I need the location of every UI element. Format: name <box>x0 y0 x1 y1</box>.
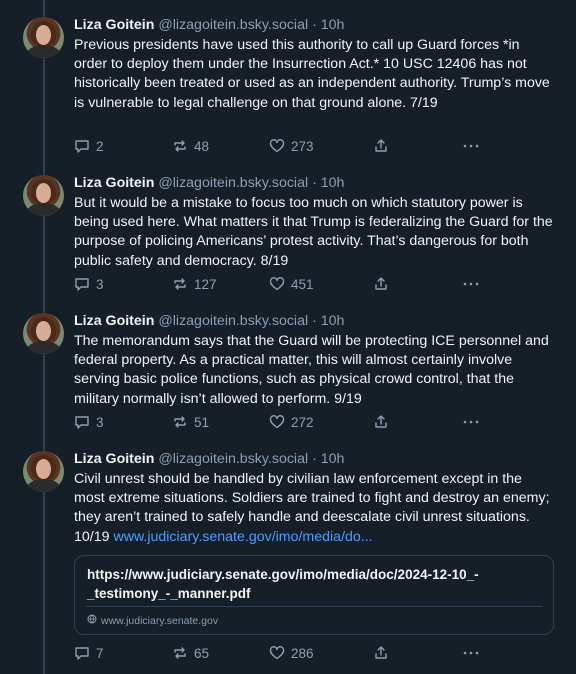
author-name[interactable]: Liza Goitein <box>74 175 154 191</box>
reply-count: 3 <box>96 276 104 292</box>
repost-button[interactable]: 48 <box>172 137 209 155</box>
post-header: Liza Goitein @lizagoitein.bsky.social · … <box>74 16 554 34</box>
ellipsis-icon <box>462 645 480 661</box>
post-header: Liza Goitein @lizagoitein.bsky.social · … <box>74 450 554 468</box>
reply-count: 2 <box>96 138 104 154</box>
like-button[interactable]: 272 <box>269 413 314 431</box>
more-button[interactable] <box>462 644 480 662</box>
like-count: 451 <box>291 276 314 292</box>
repost-arrows-icon <box>172 276 188 292</box>
heart-icon <box>269 645 285 661</box>
like-count: 286 <box>291 645 314 661</box>
author-handle[interactable]: @lizagoitein.bsky.social <box>158 17 308 33</box>
like-count: 273 <box>291 138 314 154</box>
post-time[interactable]: 10h <box>321 175 345 191</box>
post-content: Liza Goitein @lizagoitein.bsky.social · … <box>74 450 554 547</box>
link-card-domain-text: www.judiciary.senate.gov <box>101 614 219 627</box>
share-icon <box>373 645 389 661</box>
reply-count: 7 <box>96 645 104 661</box>
separator: · <box>312 313 317 329</box>
ellipsis-icon <box>462 276 480 292</box>
repost-count: 65 <box>194 645 210 661</box>
globe-icon <box>87 614 97 627</box>
speech-bubble-icon <box>74 138 90 154</box>
post-content: Liza Goitein @lizagoitein.bsky.social · … <box>74 174 554 271</box>
link-card[interactable]: https://www.judiciary.senate.gov/imo/med… <box>74 555 554 635</box>
share-icon <box>373 276 389 292</box>
speech-bubble-icon <box>74 414 90 430</box>
separator: · <box>312 175 317 191</box>
link-card-domain: www.judiciary.senate.gov <box>87 614 218 627</box>
post-time[interactable]: 10h <box>321 313 345 329</box>
speech-bubble-icon <box>74 276 90 292</box>
post-text: Previous presidents have used this autho… <box>74 37 550 111</box>
repost-button[interactable]: 65 <box>172 644 209 662</box>
post-actions: 3 51 272 <box>74 413 494 431</box>
post-header: Liza Goitein @lizagoitein.bsky.social · … <box>74 312 554 330</box>
like-button[interactable]: 451 <box>269 275 314 293</box>
reply-button[interactable]: 7 <box>74 644 104 662</box>
post-actions: 3 127 451 <box>74 275 494 293</box>
more-button[interactable] <box>462 275 480 293</box>
post[interactable]: Liza Goitein @lizagoitein.bsky.social · … <box>0 450 576 550</box>
separator: · <box>312 451 317 467</box>
share-icon <box>373 138 389 154</box>
link-card-title: https://www.judiciary.senate.gov/imo/med… <box>87 567 479 601</box>
post-time[interactable]: 10h <box>321 17 345 33</box>
ellipsis-icon <box>462 138 480 154</box>
reply-button[interactable]: 3 <box>74 413 104 431</box>
separator: · <box>312 17 317 33</box>
reply-button[interactable]: 2 <box>74 137 104 155</box>
repost-arrows-icon <box>172 138 188 154</box>
post-link[interactable]: www.judiciary.senate.gov/imo/media/do... <box>113 529 372 545</box>
speech-bubble-icon <box>74 645 90 661</box>
repost-count: 48 <box>194 138 210 154</box>
avatar[interactable] <box>23 451 64 492</box>
like-button[interactable]: 286 <box>269 644 314 662</box>
more-button[interactable] <box>462 137 480 155</box>
avatar[interactable] <box>23 17 64 58</box>
ellipsis-icon <box>462 414 480 430</box>
heart-icon <box>269 138 285 154</box>
author-handle[interactable]: @lizagoitein.bsky.social <box>158 313 308 329</box>
share-button[interactable] <box>373 275 389 293</box>
repost-arrows-icon <box>172 645 188 661</box>
repost-arrows-icon <box>172 414 188 430</box>
link-card-divider <box>86 606 542 607</box>
more-button[interactable] <box>462 413 480 431</box>
post-text: But it would be a mistake to focus too m… <box>74 195 553 269</box>
heart-icon <box>269 276 285 292</box>
repost-button[interactable]: 51 <box>172 413 209 431</box>
avatar[interactable] <box>23 175 64 216</box>
like-button[interactable]: 273 <box>269 137 314 155</box>
post-content: Liza Goitein @lizagoitein.bsky.social · … <box>74 312 554 409</box>
share-button[interactable] <box>373 644 389 662</box>
author-handle[interactable]: @lizagoitein.bsky.social <box>158 175 308 191</box>
avatar[interactable] <box>23 313 64 354</box>
author-name[interactable]: Liza Goitein <box>74 451 154 467</box>
heart-icon <box>269 414 285 430</box>
author-handle[interactable]: @lizagoitein.bsky.social <box>158 451 308 467</box>
post-content: Liza Goitein @lizagoitein.bsky.social · … <box>74 16 554 113</box>
post-actions: 2 48 273 <box>74 137 494 155</box>
post-text: Civil unrest should be handled by civili… <box>74 470 554 547</box>
post-time[interactable]: 10h <box>321 451 345 467</box>
repost-button[interactable]: 127 <box>172 275 217 293</box>
reply-button[interactable]: 3 <box>74 275 104 293</box>
repost-count: 51 <box>194 414 210 430</box>
post-header: Liza Goitein @lizagoitein.bsky.social · … <box>74 174 554 192</box>
repost-count: 127 <box>194 276 217 292</box>
author-name[interactable]: Liza Goitein <box>74 17 154 33</box>
post-actions: 7 65 286 <box>74 644 494 662</box>
share-icon <box>373 414 389 430</box>
like-count: 272 <box>291 414 314 430</box>
post-text: The memorandum says that the Guard will … <box>74 333 549 407</box>
share-button[interactable] <box>373 137 389 155</box>
author-name[interactable]: Liza Goitein <box>74 313 154 329</box>
reply-count: 3 <box>96 414 104 430</box>
share-button[interactable] <box>373 413 389 431</box>
